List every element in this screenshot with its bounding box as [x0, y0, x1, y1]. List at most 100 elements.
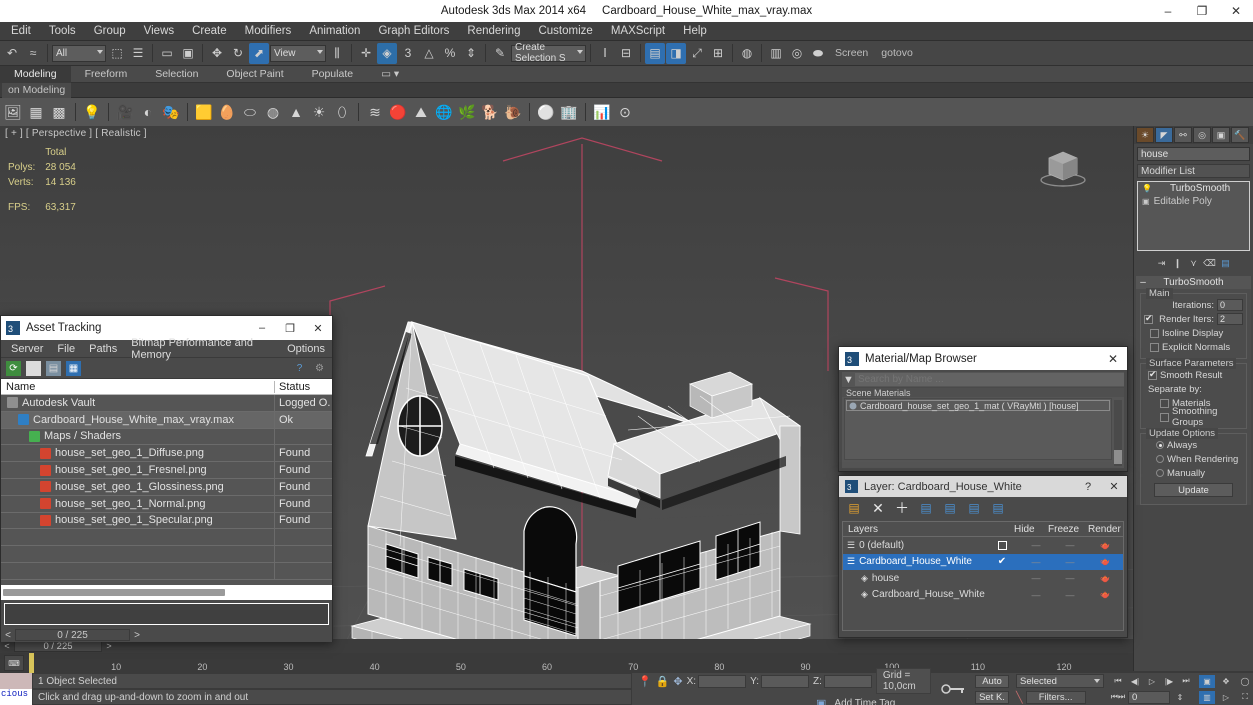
menu-item-bitmap-performance[interactable]: Bitmap Performance and Memory — [124, 336, 280, 362]
close-icon[interactable]: ✕ — [1219, 0, 1253, 22]
smooth-result-checkbox[interactable] — [1148, 369, 1157, 380]
z-field[interactable] — [823, 674, 872, 688]
maximize-icon[interactable]: ❐ — [1185, 0, 1219, 22]
rect-select-region-icon[interactable]: ▭ — [157, 43, 177, 64]
chevron-down-icon[interactable]: ▼ — [842, 374, 855, 386]
object-icon[interactable]: 📊 — [592, 101, 612, 123]
layer-freeze-toggle[interactable]: — — [1053, 540, 1087, 550]
reference-coordinate-combo[interactable]: View — [270, 44, 326, 62]
column-header-status[interactable]: Status — [274, 380, 332, 393]
layer-rows[interactable]: ☰ 0 (default) — — 🫖 ☰ Cardboard_House_White ✔ — —… — [843, 537, 1123, 603]
asset-tracking-list[interactable]: Autodesk Vault Logged O. Cardboard_House_W… — [1, 395, 332, 585]
material-editor-icon[interactable]: ◍ — [737, 43, 757, 64]
configure-sets-icon[interactable]: ▤ — [1219, 256, 1232, 270]
ribbon-tab-modeling[interactable]: Modeling — [0, 65, 71, 83]
tree-view-icon[interactable]: ▤ — [46, 360, 61, 376]
layer-render-toggle[interactable]: 🫖 — [1087, 541, 1123, 550]
layer-freeze-toggle[interactable]: — — [1053, 557, 1087, 567]
y-field[interactable] — [760, 674, 809, 688]
asset-row[interactable]: house_set_geo_1_Diffuse.png Found — [1, 445, 332, 463]
frame-counter[interactable]: 0 / 225 — [15, 629, 130, 641]
asset-row[interactable]: Cardboard_House_White_max_vray.max Ok — [1, 411, 332, 429]
previous-frame-icon[interactable]: ◀| — [1127, 675, 1143, 688]
menu-item-paths[interactable]: Paths — [82, 342, 124, 356]
light-icon[interactable]: 💡 — [82, 101, 102, 123]
update-always-row[interactable]: Always — [1144, 438, 1243, 452]
snap-3-icon[interactable]: 3 — [398, 43, 418, 64]
pan-view-icon[interactable]: ✥ — [1218, 675, 1234, 688]
set-key-button[interactable]: Set K. — [975, 690, 1009, 704]
layer-row[interactable]: ◈ house — — 🫖 — [843, 570, 1123, 587]
helpers-icon[interactable]: 🎭 — [161, 101, 181, 123]
cone-icon[interactable]: ▲ — [286, 101, 306, 123]
hierarchy-tab[interactable]: ⚯ — [1174, 127, 1192, 143]
pin-icon[interactable]: 📍 — [638, 675, 652, 688]
select-objects-icon[interactable]: ▤ — [919, 501, 933, 515]
key-filter-icon[interactable]: ▥ — [1199, 690, 1215, 704]
asset-tracking-frame-slider[interactable]: < 0 / 225 > — [1, 628, 332, 642]
edit-named-selection-sets-icon[interactable]: ✎ — [490, 43, 510, 64]
material-editor-icon[interactable]: 🖼 — [3, 101, 23, 123]
listener-output[interactable] — [0, 673, 32, 689]
listener-input[interactable]: cious — [0, 689, 32, 705]
grid-view-icon[interactable]: ▦ — [66, 360, 81, 376]
when-rendering-radio[interactable] — [1156, 455, 1164, 463]
column-header-hide[interactable]: Hide — [1009, 524, 1043, 535]
menu-item-server[interactable]: Server — [4, 342, 50, 356]
align-icon[interactable]: ⊟ — [616, 43, 636, 64]
minimize-icon[interactable]: – — [1151, 0, 1185, 22]
material-list-item[interactable]: Cardboard_house_set_geo_1_mat ( VRayMtl … — [846, 400, 1110, 411]
menu-item-animation[interactable]: Animation — [300, 23, 369, 39]
hscroll-thumb[interactable] — [3, 589, 226, 596]
camera-icon[interactable]: 🎥 — [115, 101, 135, 123]
ribbon-tab-freeform[interactable]: Freeform — [71, 66, 142, 83]
orbit-icon[interactable]: ◯ — [1237, 675, 1253, 688]
maximize-viewport-icon[interactable]: ⛶ — [1237, 691, 1253, 704]
cylinder-icon[interactable]: ⬭ — [240, 101, 260, 123]
refresh-icon[interactable]: ⟳ — [6, 360, 21, 376]
asset-row[interactable]: Autodesk Vault Logged O. — [1, 395, 332, 412]
next-frame-arrow[interactable]: > — [130, 630, 144, 641]
absolute-relative-icon[interactable]: ✥ — [673, 675, 682, 688]
layer-hide-toggle[interactable]: — — [1019, 540, 1053, 550]
materials-checkbox[interactable] — [1160, 398, 1169, 408]
list-view-icon[interactable] — [26, 360, 41, 376]
asset-row[interactable]: house_set_geo_1_Glossiness.png Found — [1, 478, 332, 496]
column-header-freeze[interactable]: Freeze — [1043, 524, 1083, 535]
add-time-tag[interactable]: Add Time Tag — [830, 697, 899, 705]
render-iters-checkbox[interactable] — [1144, 313, 1153, 324]
display-tab[interactable]: ▣ — [1212, 127, 1230, 143]
rain-icon[interactable]: ≋ — [365, 101, 385, 123]
search-input[interactable] — [855, 373, 1124, 386]
utilities-tab[interactable]: 🔨 — [1231, 127, 1249, 143]
menu-item-group[interactable]: Group — [85, 23, 135, 39]
layer-row[interactable]: ◈ Cardboard_House_White — — 🫖 — [843, 587, 1123, 604]
material-map-browser[interactable]: 3 Material/Map Browser ✕ ▼ Scene Materia… — [838, 346, 1128, 472]
manage-layers-icon[interactable]: ▤ — [645, 42, 665, 64]
layer-current-checkbox[interactable]: ✔ — [985, 556, 1019, 567]
time-slider-handle[interactable] — [29, 653, 34, 673]
key-mode-toggle-icon[interactable]: ⏮⏭ — [1110, 691, 1126, 704]
asset-tracking-window[interactable]: 3 Asset Tracking – ❐ ✕ Server File Paths… — [0, 315, 333, 642]
undo-icon[interactable]: ↶ — [2, 43, 22, 64]
update-manually-row[interactable]: Manually — [1144, 466, 1243, 480]
pyramid-icon[interactable]: ⛰ — [411, 101, 431, 123]
snaps-toggle-icon[interactable]: ◈ — [377, 42, 397, 64]
graphite-modeling-tools-icon[interactable]: ◨ — [666, 42, 686, 64]
go-to-start-icon[interactable]: ⏮ — [1110, 675, 1126, 688]
show-end-result-icon[interactable]: ❙ — [1171, 256, 1184, 270]
set-key-mode-icon[interactable]: ╲ — [1016, 691, 1023, 704]
iterations-spinner[interactable]: 0 — [1217, 299, 1243, 311]
time-configuration-icon[interactable]: ▣ — [1199, 674, 1215, 688]
remove-modifier-icon[interactable]: ⌫ — [1203, 256, 1216, 270]
zoom-region-icon[interactable]: ▷ — [1218, 691, 1234, 704]
close-icon[interactable]: ✕ — [304, 316, 332, 340]
close-icon[interactable]: ✕ — [1101, 476, 1127, 497]
column-header-render[interactable]: Render — [1083, 524, 1123, 535]
command-panel[interactable]: ☀ ◤ ⚯ ◎ ▣ 🔨 house Modifier List 💡 TurboSm… — [1133, 126, 1253, 671]
select-and-manipulate-icon[interactable]: ✛ — [356, 43, 376, 64]
menu-item-maxscript[interactable]: MAXScript — [602, 23, 674, 39]
select-and-scale-icon[interactable]: ⬈ — [249, 42, 269, 64]
help-icon[interactable]: ⊙ — [615, 101, 635, 123]
angle-snap-icon[interactable]: △ — [419, 43, 439, 64]
